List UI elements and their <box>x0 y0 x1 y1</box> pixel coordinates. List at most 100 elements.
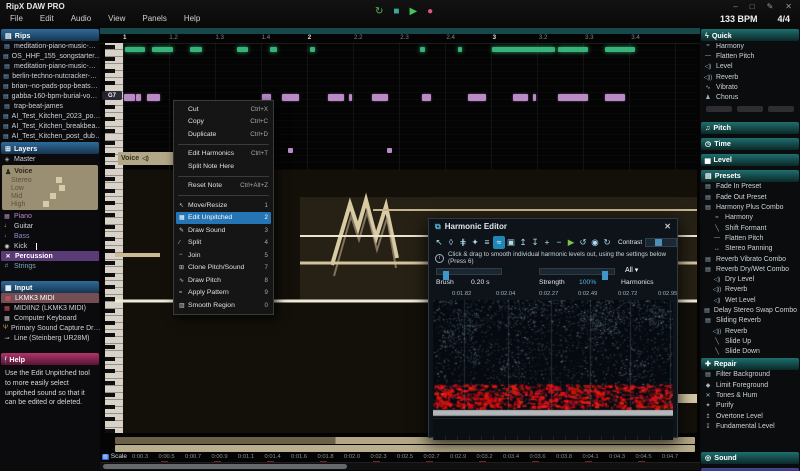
sound-section-header[interactable]: ◎ Sound <box>701 452 799 464</box>
camera-icon[interactable]: ▣ <box>505 236 517 249</box>
contrast-slider[interactable] <box>645 238 677 247</box>
scrollbar-thumb[interactable] <box>103 464 347 469</box>
voice-sub-stereo[interactable]: Stereo <box>5 176 95 184</box>
harmonics-dropdown[interactable]: All ▾ <box>625 266 638 274</box>
menu-item-duplicate[interactable]: DuplicateCtrl+D <box>174 128 273 141</box>
brush-slider[interactable] <box>436 268 502 275</box>
time-ruler[interactable]: ▨ Scale 0:00.30:00.50:00.70:00.90:01.10:… <box>100 453 700 462</box>
play-icon[interactable]: ▶ <box>565 236 577 249</box>
preset-item[interactable]: ▤Harmony Plus Combo <box>700 202 800 212</box>
subtract-icon[interactable]: − <box>553 236 565 249</box>
menu-item-clone-pitch-sound[interactable]: ⊞Clone Pitch/Sound7 <box>174 262 273 275</box>
wand-tool-icon[interactable]: ✦ <box>469 236 481 249</box>
quick-item[interactable]: ≈Harmony <box>700 41 800 51</box>
input-section-header[interactable]: ▦ Input <box>1 281 99 293</box>
menu-item-edit-harmonics[interactable]: Edit HarmonicsCtrl+T <box>174 148 273 161</box>
spectrogram-canvas[interactable] <box>433 300 673 418</box>
note-purple[interactable] <box>422 94 431 101</box>
note-green[interactable] <box>420 47 425 52</box>
note-green[interactable] <box>190 47 202 52</box>
rip-item[interactable]: ▤AI_Test_Kitchen_2023_po… <box>0 111 100 121</box>
voice-region-tag[interactable]: Voice ◁) <box>118 152 176 165</box>
time-section-header[interactable]: ◷ Time <box>701 138 799 150</box>
rip-item[interactable]: ▤OS_HHF_155_songstarter… <box>0 51 100 61</box>
menu-item-cut[interactable]: CutCtrl+X <box>174 103 273 116</box>
layer-percussion[interactable]: ✕Percussion <box>1 251 99 261</box>
loop-icon[interactable]: ↻ <box>375 6 383 17</box>
voice-sub-low[interactable]: Low <box>5 184 95 192</box>
menu-item-smooth-region[interactable]: ▨Smooth Region0 <box>174 299 273 312</box>
eye-icon[interactable]: ◉ <box>589 236 601 249</box>
input-item[interactable]: ⊸Line (Steinberg UR28M) <box>0 333 100 343</box>
layer-piano[interactable]: ▦Piano <box>0 211 100 221</box>
harmonic-editor-titlebar[interactable]: ⧉ Harmonic Editor ✕ <box>429 219 677 234</box>
presets-section-header[interactable]: ▤ Presets <box>701 170 799 182</box>
input-item[interactable]: ▦Computer Keyboard <box>0 313 100 323</box>
preset-item[interactable]: ◁))Reverb <box>700 285 800 295</box>
preset-item[interactable]: ◁))Reverb <box>700 326 800 336</box>
contrast-slider-handle[interactable] <box>655 239 662 246</box>
menu-item-draw-pitch[interactable]: ∿Draw Pitch8 <box>174 274 273 287</box>
note-green[interactable] <box>605 47 635 52</box>
note-purple-small[interactable] <box>387 148 392 153</box>
menu-edit[interactable]: Edit <box>40 14 54 23</box>
menu-panels[interactable]: Panels <box>142 14 166 23</box>
note-green[interactable] <box>270 47 277 52</box>
preset-item[interactable]: ≈Harmony <box>700 213 800 223</box>
repair-section-header[interactable]: ✚ Repair <box>701 358 799 370</box>
shift-down-icon[interactable]: ↧ <box>529 236 541 249</box>
lines-tool-icon[interactable]: ≡ <box>481 236 493 249</box>
menu-audio[interactable]: Audio <box>71 14 91 23</box>
quick-item[interactable]: ∿Vibrato <box>700 82 800 92</box>
strength-slider-handle[interactable] <box>602 271 608 280</box>
menu-item-copy[interactable]: CopyCtrl+C <box>174 116 273 129</box>
loops-section-header[interactable]: ∞ Loops <box>701 468 799 471</box>
menu-item-split-note-here[interactable]: Split Note Here <box>174 160 273 173</box>
rip-item[interactable]: ▤AI_Test_Kitchen_breakbea… <box>0 121 100 131</box>
note-purple[interactable] <box>372 94 388 101</box>
note-green[interactable] <box>310 47 315 52</box>
input-item[interactable]: ▦LKMK3 MIDI <box>1 293 99 303</box>
help-section-header[interactable]: i Help <box>1 353 99 365</box>
rip-item[interactable]: ▤gabba-160-bpm-burial-vo… <box>0 91 100 101</box>
level-section-header[interactable]: ▅ Level <box>701 154 799 166</box>
quick-item[interactable]: ◁))Reverb <box>700 72 800 82</box>
menu-file[interactable]: File <box>10 14 23 23</box>
maximize-icon[interactable]: □ <box>750 2 755 11</box>
layer-voice-group[interactable]: ♟ Voice Stereo Low Mid High <box>2 165 98 210</box>
rip-item[interactable]: ▤meditation-piano-music-… <box>0 41 100 51</box>
input-item[interactable]: ΨPrimary Sound Capture Dr… <box>0 323 100 333</box>
layer-bass[interactable]: ♩Bass <box>0 231 100 241</box>
rip-item[interactable]: ▤AI_Test_Kitchen_post_dub… <box>0 131 100 141</box>
preset-item[interactable]: ◁)Wet Level <box>700 295 800 305</box>
bpm-display[interactable]: 133 BPM <box>720 14 758 24</box>
levels-tool-icon[interactable]: ⋕ <box>457 236 469 249</box>
note-green[interactable] <box>152 47 173 52</box>
preset-item[interactable]: ▤Fade In Preset <box>700 182 800 192</box>
repair-item[interactable]: ▤Filter Background <box>700 370 800 380</box>
loop-icon[interactable]: ↻ <box>601 236 613 249</box>
input-item[interactable]: ▦MIDIIN2 (LKMK3 MIDI) <box>0 303 100 313</box>
note-purple[interactable] <box>282 94 299 101</box>
quick-item[interactable]: —Flatten Pitch <box>700 51 800 61</box>
quick-section-header[interactable]: ϟ Quick <box>701 29 799 41</box>
repair-item[interactable]: ↥Overtone Level <box>700 411 800 421</box>
preset-item[interactable]: ▤Fade Out Preset <box>700 192 800 202</box>
preset-item[interactable]: ╲Shift Formant <box>700 223 800 233</box>
rip-item[interactable]: ▤trap-beat-james <box>0 101 100 111</box>
menu-item-edit-unpitched[interactable]: ▦Edit Unpitched2 <box>176 212 271 225</box>
strength-slider[interactable] <box>539 268 615 275</box>
menu-item-reset-note[interactable]: Reset NoteCtrl+Alt+Z <box>174 180 273 193</box>
stop-icon[interactable]: ■ <box>393 6 399 17</box>
close-icon[interactable]: ✕ <box>785 2 792 11</box>
quick-item[interactable]: ♟Chorus <box>700 92 800 102</box>
menu-item-join[interactable]: −Join5 <box>174 249 273 262</box>
time-signature-display[interactable]: 4/4 <box>777 14 790 24</box>
play-icon[interactable]: ▶ <box>409 6 417 17</box>
note-purple[interactable] <box>349 94 352 101</box>
layer-guitar[interactable]: ♩Guitar <box>0 221 100 231</box>
note-green[interactable] <box>125 47 145 52</box>
quick-item[interactable]: ◁)Level <box>700 62 800 72</box>
pitch-section-header[interactable]: ♫ Pitch <box>701 122 799 134</box>
repair-item[interactable]: ◆Limit Foreground <box>700 380 800 390</box>
